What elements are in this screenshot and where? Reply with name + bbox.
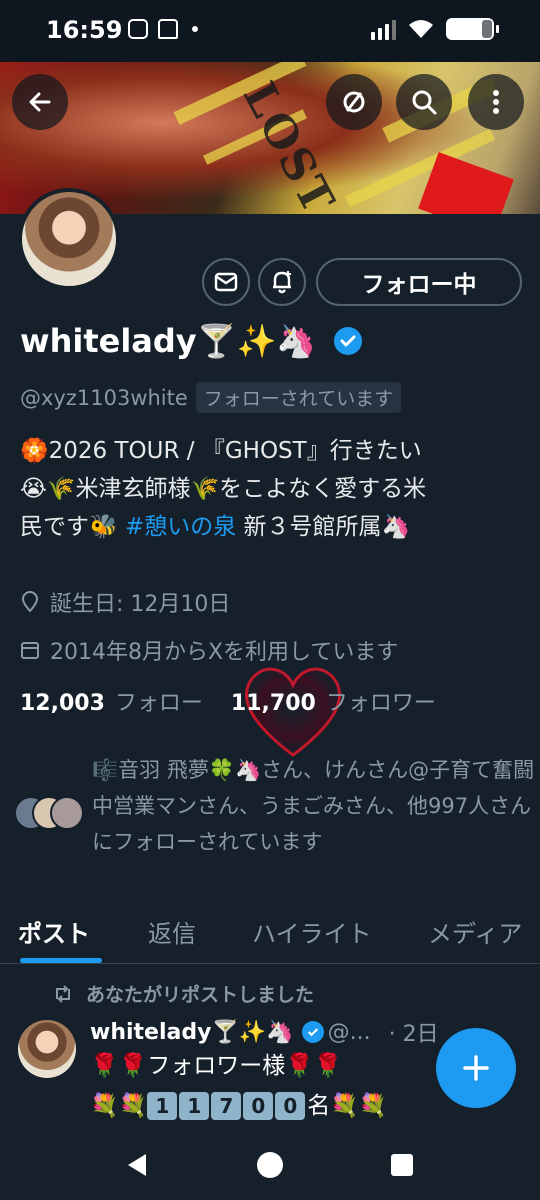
followers-link[interactable]: 11,700 フォロワー xyxy=(231,685,436,717)
tab-highlights[interactable]: ハイライト xyxy=(252,914,372,949)
instagram-icon xyxy=(128,19,148,39)
bus-icon xyxy=(158,19,178,39)
digit-badge: 0 xyxy=(243,1092,274,1120)
followers-label: フォロワー xyxy=(325,691,436,716)
nav-back-icon[interactable] xyxy=(124,1152,148,1178)
post-time: · 2日 xyxy=(388,1022,439,1047)
location-icon xyxy=(21,591,39,613)
profile-bio: 🏵️2026 TOUR / 『GHOST』行きたい 😭🌾米津玄師様🌾をこよなく愛… xyxy=(20,432,530,546)
status-system-icons xyxy=(371,18,499,40)
profile-avatar[interactable] xyxy=(18,188,120,290)
back-button[interactable] xyxy=(12,74,68,130)
followed-by-avatars xyxy=(14,796,88,832)
follows-you-badge: フォローされています xyxy=(195,382,402,413)
digit-badge: 7 xyxy=(211,1092,242,1120)
following-link[interactable]: 12,003 フォロー xyxy=(20,685,203,717)
more-notifications-dot xyxy=(192,26,198,32)
status-time: 16:59 xyxy=(46,16,123,44)
post-header: whitelady🍸✨🦄 @... · 2日 xyxy=(90,1016,439,1048)
back-arrow-icon xyxy=(29,92,51,112)
handle-row: @xyz1103white フォローされています xyxy=(20,382,402,413)
compose-plus-icon xyxy=(463,1055,489,1081)
notifications-button[interactable] xyxy=(258,258,306,306)
bio-line: 🏵️2026 TOUR / 『GHOST』行きたい xyxy=(20,438,422,464)
mute-button[interactable] xyxy=(326,74,382,130)
repost-label-row: あなたがリポストしました xyxy=(52,980,314,1007)
post-line-prefix: 💐💐 xyxy=(90,1093,148,1119)
tab-posts[interactable]: ポスト xyxy=(18,914,90,949)
system-nav-bar xyxy=(0,1130,540,1200)
search-button[interactable] xyxy=(396,74,452,130)
message-icon xyxy=(214,272,238,292)
bio-hashtag-link[interactable]: #憩いの泉 xyxy=(125,514,236,540)
nav-home-icon[interactable] xyxy=(257,1152,283,1178)
post-text-line: 💐💐 1 1 7 0 0 名💐💐 xyxy=(90,1086,388,1120)
repost-icon xyxy=(56,984,70,1003)
follow-counts: 12,003 フォロー 11,700 フォロワー xyxy=(20,685,436,717)
message-button[interactable] xyxy=(202,258,250,306)
nav-recents-icon[interactable] xyxy=(391,1154,413,1176)
repost-label: あなたがリポストしました xyxy=(86,984,315,1006)
calendar-icon xyxy=(21,642,39,659)
battery-icon xyxy=(446,18,499,40)
display-name: whitelady🍸✨🦄 xyxy=(20,322,363,360)
post-author-handle: @... xyxy=(327,1019,371,1045)
compose-button[interactable] xyxy=(436,1028,516,1108)
following-button[interactable]: フォロー中 xyxy=(316,258,522,306)
digit-badge: 1 xyxy=(179,1092,210,1120)
profile-tabs: ポスト 返信 ハイライト メディア xyxy=(0,908,540,964)
active-tab-indicator xyxy=(20,958,102,963)
followers-count: 11,700 xyxy=(230,691,316,716)
verified-badge-icon xyxy=(301,1021,324,1043)
avatar xyxy=(50,796,84,830)
bio-line: 😭🌾米津玄師様🌾をこよなく愛する米 xyxy=(20,476,427,502)
mute-icon xyxy=(343,91,365,113)
post-text-line: 🌹🌹フォロワー様🌹🌹 xyxy=(90,1053,343,1079)
notification-bell-icon xyxy=(273,271,291,294)
tab-media[interactable]: メディア xyxy=(428,914,522,949)
following-label: フォロー xyxy=(114,691,203,716)
post-line-suffix: 💐💐 xyxy=(330,1093,388,1119)
search-icon xyxy=(412,90,437,115)
post-author-avatar[interactable] xyxy=(18,1020,76,1078)
following-count: 12,003 xyxy=(20,691,105,716)
handle: @xyz1103white xyxy=(20,385,188,410)
display-name-text: whitelady🍸✨🦄 xyxy=(20,322,317,360)
bio-suffix: 新３号館所属🦄 xyxy=(243,514,411,540)
birthday-row: 誕生日: 12月10日 xyxy=(20,586,230,618)
wifi-icon xyxy=(409,20,433,38)
status-notification-icons xyxy=(128,19,198,39)
more-options-button[interactable] xyxy=(468,74,524,130)
birthday-text: 誕生日: 12月10日 xyxy=(50,592,231,617)
post-author-name[interactable]: whitelady🍸✨🦄 xyxy=(90,1020,294,1045)
digit-badge: 1 xyxy=(147,1092,178,1120)
verified-badge-icon[interactable] xyxy=(334,327,363,355)
more-icon xyxy=(493,90,499,114)
digits-suffix: 名 xyxy=(307,1093,331,1119)
cell-signal-icon xyxy=(371,18,396,40)
followed-by-text: 🎼音羽 飛夢🍀🦄さん、けんさん@子育て奮闘中営業マンさん、うまごみさん、他997… xyxy=(92,758,535,854)
digit-badge: 0 xyxy=(275,1092,306,1120)
tab-replies[interactable]: 返信 xyxy=(148,914,196,949)
status-bar: 16:59 xyxy=(0,0,540,62)
bio-line-text: 民です🐝 xyxy=(20,514,118,540)
bio-line: 民です🐝 #憩いの泉 新３号館所属🦄 xyxy=(20,508,530,546)
